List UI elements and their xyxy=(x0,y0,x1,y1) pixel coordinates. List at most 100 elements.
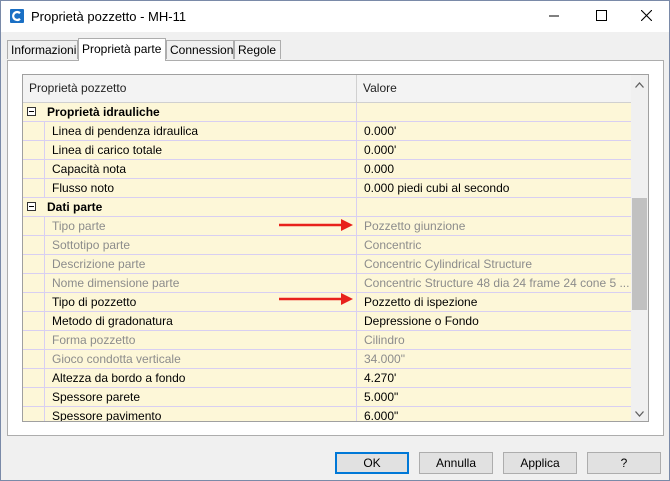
vertical-scrollbar[interactable] xyxy=(631,75,648,421)
ok-button[interactable]: OK xyxy=(335,452,409,474)
grid-body: Proprietà idrauliche Linea di pendenza id… xyxy=(23,103,631,421)
property-row[interactable]: Sottotipo parte Concentric xyxy=(23,236,631,255)
property-value[interactable]: 0.000' xyxy=(357,141,631,159)
properties-dialog: Proprietà pozzetto - MH-11 Informazioni … xyxy=(0,0,670,481)
property-name: Metodo di gradonatura xyxy=(44,312,357,330)
row-gutter xyxy=(23,331,44,349)
property-row[interactable]: Flusso noto 0.000 piedi cubi al secondo xyxy=(23,179,631,198)
row-gutter xyxy=(23,160,44,178)
annotation-arrow-icon xyxy=(279,293,353,305)
property-name-cell: Altezza da bordo a fondo xyxy=(23,369,357,387)
property-row[interactable]: Forma pozzetto Cilindro xyxy=(23,331,631,350)
row-gutter xyxy=(23,255,44,273)
tab-panel: Proprietà pozzetto Valore Proprietà idra… xyxy=(7,60,664,436)
row-gutter xyxy=(23,236,44,254)
property-row[interactable]: Linea di pendenza idraulica 0.000' xyxy=(23,122,631,141)
close-button[interactable] xyxy=(623,1,669,32)
tab-proprieta-parte[interactable]: Proprietà parte xyxy=(78,38,166,61)
property-row[interactable]: Descrizione parte Concentric Cylindrical … xyxy=(23,255,631,274)
property-value[interactable]: 6.000" xyxy=(357,407,631,421)
tab-regole[interactable]: Regole xyxy=(234,40,281,59)
property-row[interactable]: Capacità nota 0.000 xyxy=(23,160,631,179)
property-name: Spessore pavimento xyxy=(44,407,357,421)
property-name: Proprietà idrauliche xyxy=(47,105,160,119)
annotation-arrow-icon xyxy=(279,219,353,231)
property-name: Linea di pendenza idraulica xyxy=(44,122,357,140)
property-name: Gioco condotta verticale xyxy=(44,350,357,368)
category-row[interactable]: Dati parte xyxy=(23,198,631,217)
property-name-cell: Metodo di gradonatura xyxy=(23,312,357,330)
scroll-thumb[interactable] xyxy=(632,198,647,310)
cancel-button[interactable]: Annulla xyxy=(419,452,493,474)
property-row[interactable]: Linea di carico totale 0.000' xyxy=(23,141,631,160)
row-gutter xyxy=(23,122,44,140)
property-value[interactable]: Concentric Cylindrical Structure xyxy=(357,255,631,273)
column-header-property[interactable]: Proprietà pozzetto xyxy=(23,75,357,102)
scroll-down-button[interactable] xyxy=(631,404,648,421)
property-name: Altezza da bordo a fondo xyxy=(44,369,357,387)
property-name-cell: Sottotipo parte xyxy=(23,236,357,254)
help-button[interactable]: ? xyxy=(587,452,661,474)
close-icon xyxy=(640,9,652,24)
row-gutter xyxy=(23,407,44,421)
maximize-icon xyxy=(595,9,607,24)
property-row[interactable]: Nome dimensione parte Concentric Structur… xyxy=(23,274,631,293)
minimize-button[interactable] xyxy=(531,1,577,32)
apply-button[interactable]: Applica xyxy=(503,452,577,474)
property-value[interactable]: 5.000" xyxy=(357,388,631,406)
row-gutter xyxy=(23,312,44,330)
property-value[interactable]: 0.000 piedi cubi al secondo xyxy=(357,179,631,197)
property-value[interactable]: Cilindro xyxy=(357,331,631,349)
property-name-cell: Forma pozzetto xyxy=(23,331,357,349)
column-header-value[interactable]: Valore xyxy=(357,75,631,102)
property-name-cell: Spessore pavimento xyxy=(23,407,357,421)
row-gutter xyxy=(23,141,44,159)
property-value[interactable]: 0.000 xyxy=(357,160,631,178)
property-name: Sottotipo parte xyxy=(44,236,357,254)
tab-connessioni[interactable]: Connessioni xyxy=(166,40,236,59)
property-name-cell: Gioco condotta verticale xyxy=(23,350,357,368)
window-title: Proprietà pozzetto - MH-11 xyxy=(31,9,187,24)
row-gutter xyxy=(23,179,44,197)
property-value[interactable]: Concentric xyxy=(357,236,631,254)
property-value[interactable]: Pozzetto di ispezione xyxy=(357,293,631,311)
property-value[interactable]: 34.000" xyxy=(357,350,631,368)
property-value[interactable]: Concentric Structure 48 dia 24 frame 24 … xyxy=(357,274,631,292)
property-value[interactable]: 4.270' xyxy=(357,369,631,387)
maximize-button[interactable] xyxy=(578,1,624,32)
property-name: Forma pozzetto xyxy=(44,331,357,349)
chevron-up-icon xyxy=(635,77,644,91)
collapse-icon[interactable] xyxy=(27,202,36,211)
row-gutter xyxy=(23,293,44,311)
grid-header: Proprietà pozzetto Valore xyxy=(23,75,631,103)
row-gutter xyxy=(23,369,44,387)
scroll-up-button[interactable] xyxy=(631,75,648,92)
property-value[interactable]: 0.000' xyxy=(357,122,631,140)
property-row[interactable]: Metodo di gradonatura Depressione o Fondo xyxy=(23,312,631,331)
property-name: Linea di carico totale xyxy=(44,141,357,159)
property-name-cell: Dati parte xyxy=(23,198,357,216)
minimize-icon xyxy=(548,10,560,24)
property-value xyxy=(357,198,631,216)
property-grid: Proprietà pozzetto Valore Proprietà idra… xyxy=(22,74,649,422)
property-value[interactable]: Pozzetto giunzione xyxy=(357,217,631,235)
property-name-cell: Flusso noto xyxy=(23,179,357,197)
property-name: Capacità nota xyxy=(44,160,357,178)
collapse-icon[interactable] xyxy=(27,107,36,116)
tab-informazioni[interactable]: Informazioni xyxy=(7,40,78,59)
property-row[interactable]: Spessore parete 5.000" xyxy=(23,388,631,407)
title-bar[interactable]: Proprietà pozzetto - MH-11 xyxy=(1,1,669,32)
property-row[interactable]: Altezza da bordo a fondo 4.270' xyxy=(23,369,631,388)
property-value[interactable]: Depressione o Fondo xyxy=(357,312,631,330)
property-name: Nome dimensione parte xyxy=(44,274,357,292)
property-name-cell: Capacità nota xyxy=(23,160,357,178)
property-row[interactable]: Spessore pavimento 6.000" xyxy=(23,407,631,421)
property-name: Descrizione parte xyxy=(44,255,357,273)
property-name-cell: Linea di carico totale xyxy=(23,141,357,159)
property-row[interactable]: Gioco condotta verticale 34.000" xyxy=(23,350,631,369)
property-name-cell: Spessore parete xyxy=(23,388,357,406)
property-name-cell: Nome dimensione parte xyxy=(23,274,357,292)
category-row[interactable]: Proprietà idrauliche xyxy=(23,103,631,122)
property-name: Flusso noto xyxy=(44,179,357,197)
property-name-cell: Proprietà idrauliche xyxy=(23,103,357,121)
